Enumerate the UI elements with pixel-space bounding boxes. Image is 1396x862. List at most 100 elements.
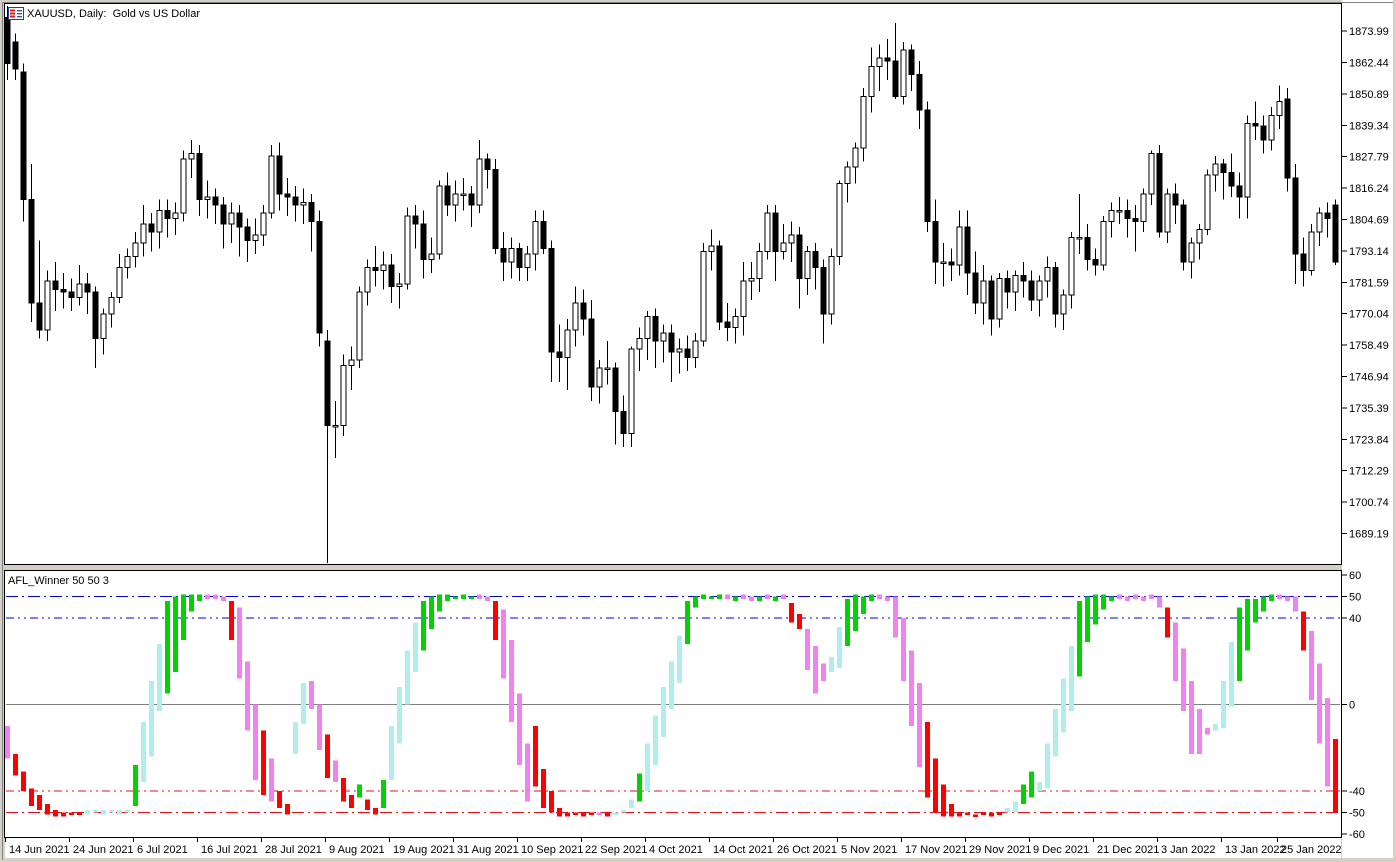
indicator-bar[interactable] (1197, 708, 1202, 755)
indicator-bar[interactable] (173, 596, 178, 673)
indicator-bar[interactable] (469, 596, 474, 600)
indicator-bar[interactable] (813, 646, 818, 694)
indicator-bar[interactable] (349, 795, 354, 809)
indicator-bar[interactable] (1061, 678, 1066, 733)
indicator-bar[interactable] (829, 657, 834, 673)
indicator-bar[interactable] (869, 594, 874, 601)
indicator-bar[interactable] (781, 594, 786, 599)
indicator-bar[interactable] (1325, 698, 1330, 787)
indicator-bar[interactable] (445, 594, 450, 601)
candle[interactable] (1308, 224, 1315, 276)
indicator-bar[interactable] (557, 808, 562, 817)
candle[interactable] (924, 101, 931, 233)
indicator-bar[interactable] (293, 721, 298, 755)
indicator-bar[interactable] (1293, 596, 1298, 612)
indicator-bar[interactable] (325, 734, 330, 778)
indicator-bar[interactable] (637, 773, 642, 802)
indicator-bar[interactable] (613, 812, 618, 815)
indicator-bar[interactable] (1021, 784, 1026, 804)
indicator-bar[interactable] (493, 600, 498, 640)
indicator-bar[interactable] (773, 596, 778, 601)
indicator-bar[interactable] (757, 596, 762, 601)
indicator-bar[interactable] (1117, 594, 1122, 599)
indicator-bar[interactable] (821, 663, 826, 681)
indicator-bar[interactable] (805, 628, 810, 670)
candle[interactable] (1284, 88, 1291, 192)
indicator-bar[interactable] (141, 721, 146, 783)
indicator-bar[interactable] (1053, 708, 1058, 757)
indicator-bar[interactable] (261, 730, 266, 796)
indicator-bar[interactable] (997, 812, 1002, 815)
indicator-bar[interactable] (1029, 771, 1034, 798)
indicator-bar[interactable] (989, 812, 994, 817)
indicator-bar[interactable] (21, 771, 26, 791)
indicator-bar[interactable] (973, 814, 978, 818)
candle[interactable] (180, 150, 187, 222)
indicator-bar[interactable] (485, 596, 490, 601)
indicator-bar[interactable] (309, 680, 314, 709)
indicator-bar[interactable] (1005, 808, 1010, 813)
indicator-bar[interactable] (677, 635, 682, 683)
indicator-bar[interactable] (357, 784, 362, 798)
indicator-bar[interactable] (1181, 648, 1186, 711)
candle[interactable] (268, 145, 275, 219)
indicator-bar[interactable] (429, 596, 434, 629)
indicator-bar[interactable] (45, 803, 50, 815)
indicator-bar[interactable] (285, 803, 290, 815)
indicator-bar[interactable] (933, 758, 938, 813)
indicator-bar[interactable] (1173, 622, 1178, 681)
indicator-bar[interactable] (597, 812, 602, 815)
indicator-bar[interactable] (269, 758, 274, 802)
candle[interactable] (20, 63, 27, 222)
indicator-bar[interactable] (541, 769, 546, 809)
indicator-bar[interactable] (301, 682, 306, 724)
indicator-bar[interactable] (1101, 594, 1106, 610)
indicator-bar[interactable] (117, 810, 122, 815)
candle[interactable] (716, 240, 723, 331)
indicator-bar[interactable] (197, 594, 202, 601)
indicator-bar[interactable] (1165, 607, 1170, 638)
indicator-bar[interactable] (885, 596, 890, 601)
indicator-bar[interactable] (1037, 782, 1042, 791)
indicator-bar[interactable] (581, 812, 586, 817)
indicator-bar[interactable] (917, 682, 922, 768)
indicator-bar[interactable] (157, 644, 162, 711)
indicator-bar[interactable] (901, 618, 906, 681)
indicator-bar[interactable] (229, 600, 234, 640)
indicator-bar[interactable] (549, 790, 554, 813)
indicator-bar[interactable] (125, 810, 130, 813)
main-chart-panel[interactable] (4, 3, 1342, 565)
candle[interactable] (828, 248, 835, 325)
candle[interactable] (628, 346, 635, 448)
indicator-bar[interactable] (1013, 801, 1018, 813)
indicator-bar[interactable] (685, 600, 690, 645)
indicator-bar[interactable] (1157, 596, 1162, 608)
indicator-bar[interactable] (1189, 680, 1194, 755)
indicator-bar[interactable] (797, 613, 802, 629)
indicator-bar[interactable] (5, 726, 10, 759)
indicator-bar[interactable] (205, 594, 210, 599)
candle[interactable] (436, 180, 443, 260)
indicator-bar[interactable] (253, 704, 258, 781)
indicator-bar[interactable] (13, 754, 18, 776)
indicator-bar[interactable] (1109, 596, 1114, 601)
indicator-bar[interactable] (845, 598, 850, 647)
indicator-bar[interactable] (1253, 598, 1258, 623)
indicator-bar[interactable] (573, 812, 578, 815)
indicator-bar[interactable] (965, 812, 970, 815)
indicator-bar[interactable] (1309, 631, 1314, 701)
indicator-bar[interactable] (1125, 596, 1130, 601)
indicator-bar[interactable] (1237, 607, 1242, 681)
chart-canvas[interactable]: 1873.99 1862.44 1850.89 1839.34 1827.79 1816.… (0, 0, 1396, 862)
indicator-bar[interactable] (1333, 739, 1338, 813)
candle[interactable] (404, 207, 411, 290)
indicator-bar[interactable] (1245, 598, 1250, 651)
indicator-bar[interactable] (413, 622, 418, 673)
indicator-bar[interactable] (709, 596, 714, 600)
candle[interactable] (356, 286, 363, 369)
indicator-bar[interactable] (909, 650, 914, 727)
candle[interactable] (700, 243, 707, 347)
indicator-bar[interactable] (421, 600, 426, 651)
indicator-bar[interactable] (165, 600, 170, 694)
indicator-bar[interactable] (1149, 594, 1154, 599)
